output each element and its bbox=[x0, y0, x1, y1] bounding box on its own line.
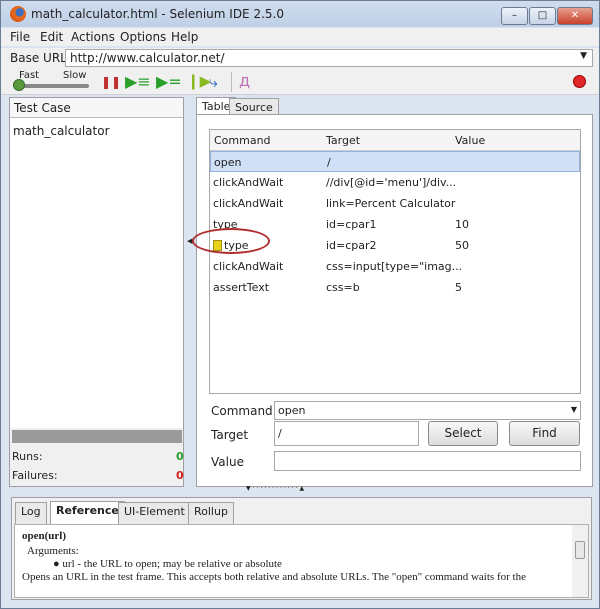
cell-command: clickAndWait bbox=[213, 260, 284, 273]
base-url-input[interactable]: http://www.calculator.net/ ▼ bbox=[65, 49, 593, 67]
header-command[interactable]: Command bbox=[214, 134, 271, 147]
test-case-header: Test Case bbox=[10, 98, 183, 118]
test-case-panel: Test Case math_calculator Runs: 0 Failur… bbox=[9, 97, 184, 487]
cell-command: assertText bbox=[213, 281, 270, 294]
bottom-panel: Log Reference UI-Element Rollup open(url… bbox=[11, 497, 592, 600]
tab-rollup[interactable]: Rollup bbox=[188, 502, 234, 524]
table-row[interactable]: clickAndWait //div[@id='menu']/div... bbox=[210, 172, 580, 193]
record-icon[interactable] bbox=[573, 75, 586, 88]
chevron-down-icon[interactable]: ▼ bbox=[580, 51, 587, 61]
cell-target: css=b bbox=[326, 281, 360, 294]
tab-reference[interactable]: Reference bbox=[50, 501, 125, 524]
find-button[interactable]: Find bbox=[509, 421, 580, 446]
tab-ui-element[interactable]: UI-Element bbox=[118, 502, 191, 524]
toolbar: Fast Slow ❚❚ ▶≡ ▶= ❙▶ ⤷ д bbox=[1, 69, 599, 95]
value-label: Value bbox=[211, 455, 244, 469]
annotation-circle bbox=[192, 228, 270, 254]
test-case-list: math_calculator bbox=[10, 118, 183, 428]
reference-argument: ● url - the URL to open; may be relative… bbox=[53, 558, 282, 570]
toolbar-divider bbox=[231, 72, 232, 92]
table-row[interactable]: open / bbox=[210, 151, 580, 172]
table-row[interactable]: clickAndWait link=Percent Calculator bbox=[210, 193, 580, 214]
pause-all-icon[interactable]: ❚❚ bbox=[101, 75, 121, 89]
speed-slow-label: Slow bbox=[63, 70, 87, 81]
chevron-down-icon[interactable]: ▼ bbox=[571, 405, 577, 414]
test-case-item[interactable]: math_calculator bbox=[10, 118, 183, 144]
play-test-icon[interactable]: ▶= bbox=[156, 72, 182, 91]
reference-content: open(url) Arguments: ● url - the URL to … bbox=[14, 524, 589, 598]
close-window-button[interactable]: ✕ bbox=[557, 7, 593, 25]
cell-command: open bbox=[214, 156, 242, 169]
progress-bar bbox=[12, 430, 182, 443]
cell-target: css=input[type="imag... bbox=[326, 260, 463, 273]
tab-log[interactable]: Log bbox=[15, 502, 47, 524]
menu-file[interactable]: File bbox=[10, 30, 30, 44]
runs-count: 0 bbox=[176, 450, 184, 463]
speed-slider-handle[interactable] bbox=[13, 79, 25, 91]
menu-help[interactable]: Help bbox=[171, 30, 198, 44]
reference-description: Opens an URL in the test frame. This acc… bbox=[22, 571, 526, 583]
cell-value: 50 bbox=[455, 239, 469, 252]
table-row[interactable]: assertText css=b 5 bbox=[210, 277, 580, 298]
cell-command: clickAndWait bbox=[213, 197, 284, 210]
menu-actions[interactable]: Actions bbox=[71, 30, 115, 44]
runs-label: Runs: bbox=[12, 450, 43, 463]
cell-target: id=cpar2 bbox=[326, 239, 377, 252]
command-value: open bbox=[278, 404, 306, 417]
title-bar: math_calculator.html - Selenium IDE 2.5.… bbox=[1, 1, 599, 27]
table-row[interactable]: clickAndWait css=input[type="imag... bbox=[210, 256, 580, 277]
failures-count: 0 bbox=[176, 469, 184, 482]
menu-bar: File Edit Actions Options Help bbox=[1, 28, 599, 46]
value-input[interactable] bbox=[274, 451, 581, 471]
scrollbar-thumb[interactable] bbox=[575, 541, 585, 559]
rollup-icon[interactable]: д bbox=[239, 71, 250, 90]
menu-options[interactable]: Options bbox=[120, 30, 166, 44]
play-suite-icon[interactable]: ▶≡ bbox=[125, 72, 151, 91]
select-button[interactable]: Select bbox=[428, 421, 498, 446]
cell-target: / bbox=[327, 156, 331, 169]
minimize-button[interactable]: – bbox=[501, 7, 528, 25]
target-label: Target bbox=[211, 428, 249, 442]
command-table: Command Target Value open / clickAndWait… bbox=[192, 129, 581, 394]
base-url-label: Base URL bbox=[10, 51, 67, 65]
speed-slider[interactable] bbox=[15, 84, 89, 88]
table-row[interactable]: type id=cpar1 10 bbox=[210, 214, 580, 235]
base-url-value: http://www.calculator.net/ bbox=[70, 51, 225, 65]
target-input[interactable]: / bbox=[274, 421, 419, 446]
table-header: Command Target Value bbox=[210, 130, 580, 151]
firefox-icon bbox=[10, 6, 26, 22]
step-icon[interactable]: ⤷ bbox=[209, 72, 218, 92]
base-url-row: Base URL http://www.calculator.net/ ▼ bbox=[1, 48, 599, 69]
window-title: math_calculator.html - Selenium IDE 2.5.… bbox=[31, 7, 284, 21]
header-target[interactable]: Target bbox=[326, 134, 360, 147]
cell-target: link=Percent Calculator bbox=[326, 197, 456, 210]
reference-scrollbar[interactable] bbox=[572, 525, 588, 597]
command-label: Command bbox=[211, 404, 273, 418]
reference-signature: open(url) bbox=[22, 530, 66, 542]
pause-resume-icon[interactable]: ❙▶ bbox=[187, 72, 211, 90]
reference-arguments-label: Arguments: bbox=[27, 545, 79, 557]
cell-target: id=cpar1 bbox=[326, 218, 377, 231]
editor-panel: Command Target Value open / clickAndWait… bbox=[192, 114, 593, 487]
splitter-handle[interactable]: ▼············▲ bbox=[246, 485, 306, 492]
selenium-ide-window: math_calculator.html - Selenium IDE 2.5.… bbox=[0, 0, 600, 609]
reference-argument-text: url - the URL to open; may be relative o… bbox=[62, 558, 282, 570]
command-input[interactable]: open ▼ bbox=[274, 401, 581, 420]
menu-edit[interactable]: Edit bbox=[40, 30, 63, 44]
cell-target: //div[@id='menu']/div... bbox=[326, 176, 457, 189]
cell-value: 10 bbox=[455, 218, 469, 231]
cell-value: 5 bbox=[455, 281, 462, 294]
header-value[interactable]: Value bbox=[455, 134, 485, 147]
failures-label: Failures: bbox=[12, 469, 58, 482]
cell-command: clickAndWait bbox=[213, 176, 284, 189]
maximize-button[interactable]: □ bbox=[529, 7, 556, 25]
